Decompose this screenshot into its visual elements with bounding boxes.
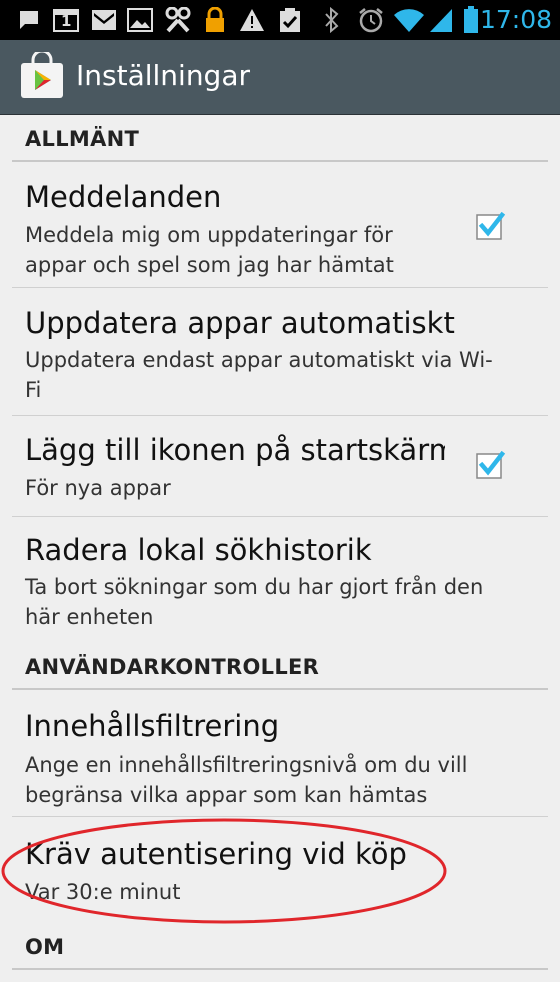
- pref-title: Uppdatera appar automatiskt: [25, 306, 455, 340]
- image-icon: [126, 6, 154, 34]
- lock-icon: [202, 6, 228, 34]
- pref-title: Radera lokal sökhistorik: [25, 533, 372, 567]
- pref-summary-line2: begränsa vilka appar som kan hämtas: [25, 783, 428, 807]
- battery-icon: [460, 6, 482, 34]
- wifi-icon: [392, 6, 426, 34]
- pref-clear-history[interactable]: Radera lokal sökhistorik Ta bort sökning…: [12, 518, 548, 644]
- gmail-icon: [90, 6, 118, 34]
- notifications-checkbox[interactable]: [476, 211, 506, 240]
- pref-auto-update[interactable]: Uppdatera appar automatiskt Uppdatera en…: [12, 289, 548, 416]
- pref-title: Lägg till ikonen på startskärm: [25, 433, 445, 467]
- pref-summary-line1: För nya appar: [25, 476, 171, 500]
- pref-content-filter[interactable]: Innehållsfiltrering Ange en innehållsfil…: [12, 692, 548, 817]
- status-bar: 1 17:08: [0, 0, 560, 40]
- pref-title: Innehållsfiltrering: [25, 709, 280, 743]
- pref-summary-line1: Ange en innehållsfiltreringsnivå om du v…: [25, 753, 468, 777]
- calendar-icon: 1: [52, 6, 80, 34]
- signal-icon: [428, 6, 454, 34]
- pref-title: Kräv autentisering vid köp: [25, 837, 407, 871]
- pref-add-icon[interactable]: Lägg till ikonen på startskärm För nya a…: [12, 417, 548, 517]
- pref-summary-line1: Uppdatera endast appar automatiskt via W…: [25, 348, 493, 372]
- clipboard-check-icon: [276, 6, 304, 34]
- pref-summary-line2: här enheten: [25, 605, 154, 629]
- bluetooth-icon: [322, 6, 342, 34]
- pref-notifications[interactable]: Meddelanden Meddela mig om uppdateringar…: [12, 164, 548, 288]
- section-header-label: ALLMÄNT: [25, 127, 140, 151]
- section-header-general: ALLMÄNT: [12, 116, 548, 162]
- section-header-about: OM: [12, 924, 548, 970]
- pref-summary-line2: appar och spel som jag har hämtat: [25, 253, 394, 277]
- warning-icon: [238, 6, 266, 34]
- tools-icon: [163, 6, 193, 34]
- pref-summary-line2: Fi: [25, 378, 42, 402]
- calendar-day: 1: [61, 12, 72, 30]
- pref-require-auth[interactable]: Kräv autentisering vid köp Var 30:e minu…: [12, 818, 548, 924]
- section-header-label: ANVÄNDARKONTROLLER: [25, 655, 320, 679]
- add-icon-checkbox[interactable]: [476, 450, 506, 479]
- action-bar: Inställningar: [0, 40, 560, 115]
- play-store-icon[interactable]: [18, 49, 66, 100]
- message-icon: [16, 6, 42, 34]
- section-header-label: OM: [25, 935, 65, 959]
- pref-summary-line1: Var 30:e minut: [25, 880, 181, 904]
- alarm-icon: [356, 6, 386, 34]
- page-title: Inställningar: [76, 59, 251, 92]
- pref-title: Meddelanden: [25, 180, 222, 214]
- section-header-user-controls: ANVÄNDARKONTROLLER: [12, 644, 548, 690]
- clock: 17:08: [479, 5, 552, 34]
- pref-summary-line1: Meddela mig om uppdateringar för: [25, 223, 393, 247]
- pref-summary-line1: Ta bort sökningar som du har gjort från …: [25, 575, 484, 599]
